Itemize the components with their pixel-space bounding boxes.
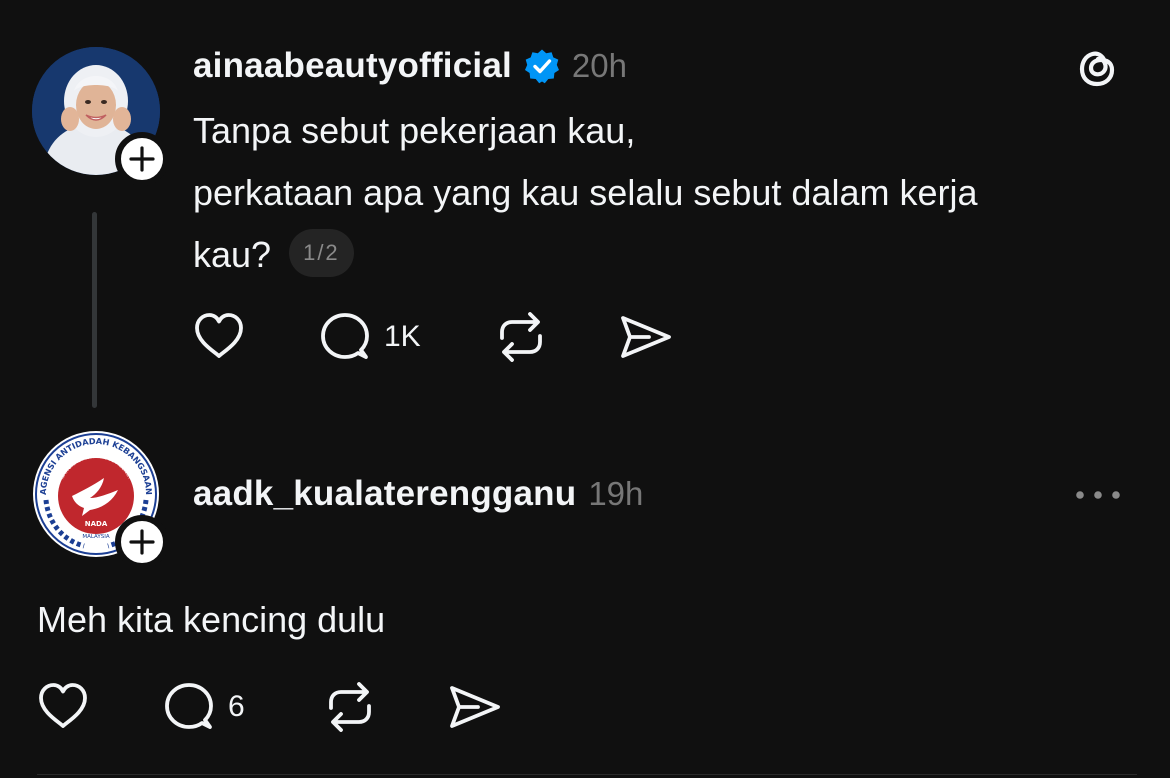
- like-button[interactable]: [37, 682, 89, 730]
- post-header: ainaabeautyofficial 20h: [193, 44, 627, 88]
- reply-button[interactable]: 1K: [318, 310, 421, 364]
- follow-button[interactable]: [115, 515, 169, 569]
- repost-icon: [500, 312, 542, 362]
- repost-button[interactable]: [323, 682, 377, 732]
- repost-icon: [329, 682, 371, 732]
- timestamp: 19h: [588, 475, 644, 512]
- heart-icon: [195, 313, 243, 358]
- share-icon: [621, 316, 671, 358]
- divider: [37, 774, 1137, 775]
- post-text-line: perkataan apa yang kau selalu sebut dala…: [193, 172, 978, 213]
- more-horizontal-icon: [1076, 491, 1120, 499]
- timestamp: 20h: [571, 47, 627, 84]
- page-indicator: 1/2: [289, 229, 354, 278]
- username[interactable]: aadk_kualaterengganu: [193, 474, 576, 514]
- heart-icon: [39, 683, 87, 728]
- share-icon: [450, 686, 500, 728]
- share-button[interactable]: [619, 312, 673, 362]
- verified-badge-icon: [524, 48, 560, 84]
- threads-logo-icon[interactable]: [1072, 42, 1122, 92]
- thread-connector-line: [92, 212, 97, 408]
- logo-bottom-text: NADA: [85, 520, 108, 528]
- plus-icon: [129, 529, 155, 555]
- username[interactable]: ainaabeautyofficial: [193, 46, 512, 86]
- logo-country-text: MALAYSIA: [82, 534, 110, 540]
- post-text-line: kau? 1/2: [193, 224, 1093, 286]
- plus-icon: [129, 146, 155, 172]
- comment-icon: [321, 313, 369, 359]
- more-options-button[interactable]: [1073, 480, 1123, 510]
- post-text-line: Tanpa sebut pekerjaan kau,: [193, 110, 636, 151]
- post-body: Tanpa sebut pekerjaan kau, perkataan apa…: [193, 100, 1093, 286]
- reply-body: Meh kita kencing dulu: [37, 599, 386, 640]
- reply-count: 6: [228, 690, 245, 723]
- share-button[interactable]: [448, 682, 502, 732]
- reply-button[interactable]: 6: [162, 680, 245, 734]
- reply-count: 1K: [384, 320, 421, 353]
- follow-button[interactable]: [115, 132, 169, 186]
- repost-button[interactable]: [494, 312, 548, 362]
- like-button[interactable]: [193, 312, 245, 360]
- comment-icon: [165, 683, 213, 729]
- post-text-line-last: kau?: [193, 234, 272, 275]
- reply-header: aadk_kualaterengganu 19h: [193, 472, 643, 516]
